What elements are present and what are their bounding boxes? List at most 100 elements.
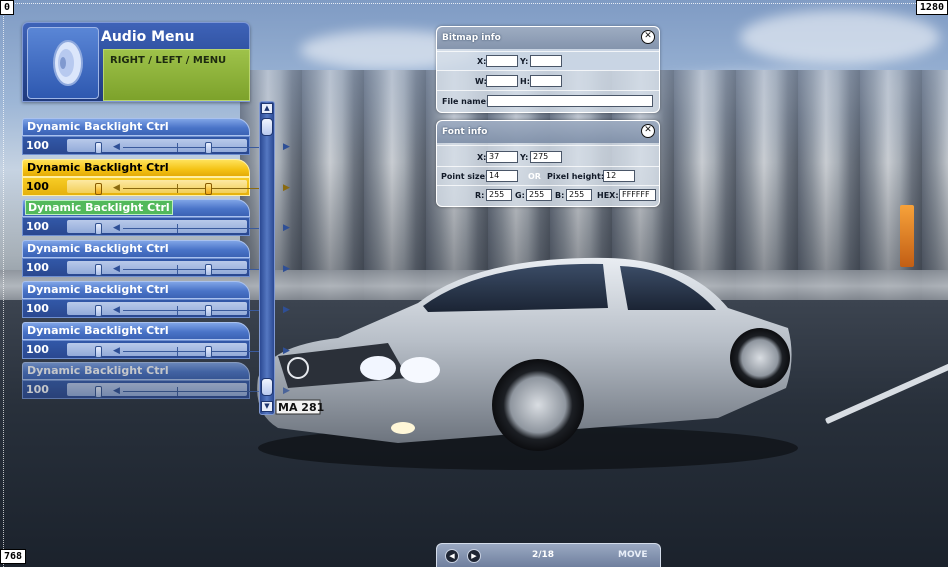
audio-control-row[interactable]: Dynamic Backlight Ctrl 100 ◀ ▶ <box>22 118 290 155</box>
scrollbar-thumb-bottom[interactable] <box>261 378 273 396</box>
decrease-arrow-icon[interactable]: ◀ <box>113 346 120 356</box>
increase-arrow-icon[interactable]: ▶ <box>283 264 290 274</box>
hex-field[interactable]: FFFFFF <box>619 189 656 201</box>
control-label: Dynamic Backlight Ctrl <box>27 364 169 378</box>
font-info-panel: Font info ✕ X: 37 Y: 275 Point size: 14 … <box>436 120 660 207</box>
control-header: Dynamic Backlight Ctrl <box>22 118 250 136</box>
corner-label-top-right: 1280 <box>915 0 948 15</box>
point-size-label: Point size: <box>441 172 489 181</box>
control-slider-area: 100 ◀ ▶ <box>22 136 290 155</box>
audio-control-row[interactable]: Dynamic Backlight Ctrl 100 ◀ ▶ <box>22 158 290 196</box>
decrease-arrow-icon[interactable]: ◀ <box>113 264 120 274</box>
font-y-field[interactable]: 275 <box>530 151 562 163</box>
bitmap-x-field[interactable] <box>486 55 518 67</box>
divider <box>437 166 659 167</box>
slider-track[interactable]: ◀ ▶ <box>67 342 290 358</box>
increase-arrow-icon[interactable]: ▶ <box>283 183 290 193</box>
decrease-arrow-icon[interactable]: ◀ <box>113 305 120 315</box>
control-value: 100 <box>26 220 49 234</box>
control-label: Dynamic Backlight Ctrl <box>25 200 173 216</box>
slider-track[interactable]: ◀ ▶ <box>67 301 290 317</box>
increase-arrow-icon[interactable]: ▶ <box>283 305 290 315</box>
increase-arrow-icon[interactable]: ▶ <box>283 142 290 152</box>
blue-field[interactable]: 255 <box>566 189 592 201</box>
top-guide-line <box>0 3 948 4</box>
slider-knob[interactable] <box>205 345 212 358</box>
bitmap-info-title: Bitmap info <box>442 33 501 43</box>
red-field[interactable]: 255 <box>486 189 512 201</box>
audio-menu-header: Audio Menu RIGHT / LEFT / MENU <box>22 22 250 102</box>
slider-knob[interactable] <box>205 264 212 277</box>
decrease-arrow-icon[interactable]: ◀ <box>113 183 120 193</box>
green-field[interactable]: 255 <box>526 189 552 201</box>
decrease-arrow-icon[interactable]: ◀ <box>113 386 120 396</box>
prev-arrow-icon[interactable]: ◀ <box>445 549 459 563</box>
pixel-height-field[interactable]: 12 <box>603 170 635 182</box>
divider <box>437 185 659 186</box>
slider-track[interactable]: ◀ ▶ <box>67 261 290 277</box>
increase-arrow-icon[interactable]: ▶ <box>283 386 290 396</box>
vertical-scrollbar[interactable]: ▲ ▼ <box>259 101 275 415</box>
control-header: Dynamic Backlight Ctrl <box>22 362 250 381</box>
slider-knob[interactable] <box>95 182 102 195</box>
slider-knob[interactable] <box>95 304 102 317</box>
slider-line <box>123 391 273 393</box>
slider-knob[interactable] <box>205 304 212 317</box>
control-value: 100 <box>26 301 49 315</box>
decrease-arrow-icon[interactable]: ◀ <box>113 223 120 233</box>
slider-knob[interactable] <box>95 142 102 154</box>
slider-knob[interactable] <box>95 264 102 277</box>
control-header: Dynamic Backlight Ctrl <box>22 199 250 218</box>
slider-knob[interactable] <box>205 142 212 154</box>
control-slider-area: 100 ◀ ▶ <box>22 258 290 278</box>
close-icon[interactable]: ✕ <box>641 30 655 44</box>
next-arrow-icon[interactable]: ▶ <box>467 549 481 563</box>
audio-control-row[interactable]: Dynamic Backlight Ctrl 100 ◀ ▶ <box>22 362 290 400</box>
slider-tick <box>177 143 178 152</box>
slider-line <box>123 350 273 352</box>
increase-arrow-icon[interactable]: ▶ <box>283 223 290 233</box>
divider <box>437 51 659 52</box>
audio-control-row[interactable]: Dynamic Backlight Ctrl 100 ◀ ▶ <box>22 240 290 278</box>
slider-knob[interactable] <box>95 223 102 236</box>
font-x-field[interactable]: 37 <box>486 151 518 163</box>
audio-control-row[interactable]: Dynamic Backlight Ctrl 100 ◀ ▶ <box>22 199 290 237</box>
audio-control-row[interactable]: Dynamic Backlight Ctrl 100 ◀ ▶ <box>22 321 290 359</box>
control-slider-area: 100 ◀ ▶ <box>22 380 290 400</box>
bitmap-w-field[interactable] <box>486 75 518 87</box>
slider-track[interactable]: ◀ ▶ <box>67 220 290 236</box>
increase-arrow-icon[interactable]: ▶ <box>283 346 290 356</box>
control-label: Dynamic Backlight Ctrl <box>27 242 169 256</box>
font-y-label: Y: <box>520 153 529 162</box>
scroll-down-icon[interactable]: ▼ <box>261 401 273 412</box>
control-slider-area: 100 ◀ ▶ <box>22 176 290 196</box>
audio-control-row[interactable]: Dynamic Backlight Ctrl 100 ◀ ▶ <box>22 280 290 318</box>
scrollbar-thumb-top[interactable] <box>261 118 273 136</box>
divider <box>437 90 659 91</box>
slider-track[interactable]: ◀ ▶ <box>67 383 290 399</box>
decrease-arrow-icon[interactable]: ◀ <box>113 142 120 152</box>
bitmap-x-label: X: <box>477 57 487 66</box>
point-size-field[interactable]: 14 <box>486 170 518 182</box>
corner-label-top-left: 0 <box>0 0 15 15</box>
slider-line <box>123 269 273 271</box>
file-name-field[interactable] <box>487 95 653 107</box>
bitmap-h-field[interactable] <box>530 75 562 87</box>
blue-label: B: <box>555 191 565 200</box>
slider-knob[interactable] <box>205 182 212 195</box>
slider-tick <box>177 224 178 234</box>
scroll-up-icon[interactable]: ▲ <box>261 103 273 114</box>
slider-knob[interactable] <box>95 345 102 358</box>
car-image: MA 281 <box>257 257 798 470</box>
slider-track[interactable]: ◀ ▶ <box>67 179 290 195</box>
control-value: 100 <box>26 139 49 152</box>
bitmap-y-field[interactable] <box>530 55 562 67</box>
control-label: Dynamic Backlight Ctrl <box>27 160 169 174</box>
slider-track[interactable]: ◀ ▶ <box>67 139 290 154</box>
slider-knob[interactable] <box>95 386 102 399</box>
orange-light <box>900 205 914 267</box>
corner-label-bottom-left: 768 <box>0 549 27 564</box>
bitmap-w-label: W: <box>475 77 487 86</box>
move-button[interactable]: MOVE <box>618 550 647 560</box>
close-icon[interactable]: ✕ <box>641 124 655 138</box>
